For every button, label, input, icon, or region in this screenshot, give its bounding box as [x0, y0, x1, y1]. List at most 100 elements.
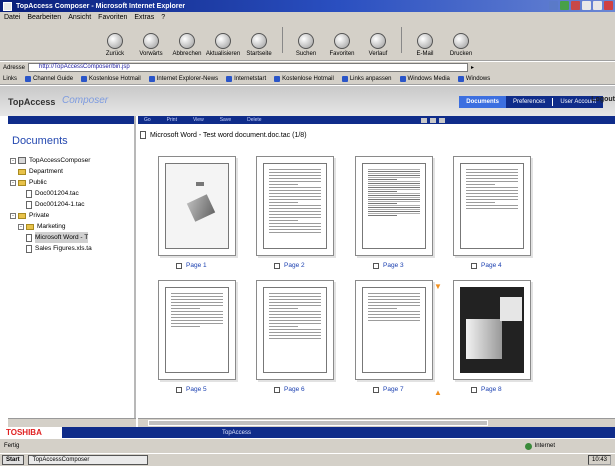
text-line — [466, 181, 518, 182]
page-checkbox[interactable] — [176, 386, 182, 393]
page-thumbnail[interactable] — [453, 280, 531, 380]
page-checkbox[interactable] — [274, 262, 280, 269]
page-select[interactable]: Page 7 — [373, 386, 404, 393]
toolbar-button[interactable]: Vorwärts — [136, 33, 166, 57]
toolbar-icon — [143, 33, 159, 49]
thumbnail-toolbar-item[interactable]: View — [193, 117, 204, 123]
document-path: Microsoft Word - Test word document.doc.… — [140, 131, 615, 139]
menu-item[interactable]: Ansicht — [68, 14, 91, 21]
page-thumbnail[interactable] — [158, 156, 236, 256]
page-thumbnail[interactable] — [256, 156, 334, 256]
links-item[interactable]: Kostenlose Hotmail — [274, 75, 334, 82]
address-input[interactable]: http://TopAccessComposer/bin.jsp — [28, 63, 469, 72]
page-select[interactable]: Page 8 — [471, 386, 502, 393]
tree-node[interactable]: - Marketing — [8, 221, 134, 232]
maximize-icon[interactable] — [593, 1, 602, 10]
tree-node[interactable]: Sales Figures.xls.ta — [8, 243, 134, 254]
page-heading-mark — [196, 182, 204, 186]
toolbar-button[interactable]: E-Mail — [410, 33, 440, 57]
right-horizontal-scrollbar[interactable] — [138, 418, 615, 427]
page-select[interactable]: Page 5 — [176, 386, 207, 393]
links-item[interactable]: Windows Media — [399, 75, 450, 82]
tree-node[interactable]: Doc001204.tac — [8, 188, 134, 199]
tree-node[interactable]: Department — [8, 166, 134, 177]
text-line — [466, 169, 518, 170]
page-select[interactable]: Page 3 — [373, 262, 404, 269]
tray-icon[interactable] — [560, 1, 569, 10]
expand-toggle-icon[interactable]: - — [10, 212, 16, 219]
tray-icon[interactable] — [571, 1, 580, 10]
toolbar-button[interactable]: Abbrechen — [172, 33, 202, 57]
toolbar-button[interactable]: Verlauf — [363, 33, 393, 57]
tree-node[interactable]: - Public — [8, 177, 134, 188]
text-line — [269, 229, 321, 230]
text-line — [269, 308, 298, 309]
links-item[interactable]: Kostenlose Hotmail — [81, 75, 141, 82]
toolbar-button[interactable]: Drucken — [446, 33, 476, 57]
menu-item[interactable]: Extras — [134, 14, 154, 21]
file-icon — [26, 244, 32, 253]
tree-node[interactable]: - Private — [8, 210, 134, 221]
tree-node-label: Marketing — [37, 223, 66, 230]
page-thumbnail[interactable] — [355, 280, 433, 380]
links-item[interactable]: Internet Explorer-News — [148, 75, 218, 82]
nav-preferences[interactable]: Preferences — [506, 96, 552, 108]
links-item[interactable]: Internetstart — [226, 75, 266, 82]
menu-item[interactable]: Datei — [4, 14, 20, 21]
links-item[interactable]: Links anpassen — [341, 75, 392, 82]
start-button[interactable]: Start — [2, 455, 24, 465]
close-icon[interactable] — [604, 1, 613, 10]
expand-toggle-icon[interactable]: - — [18, 223, 24, 230]
toolbar-button[interactable]: Zurück — [100, 33, 130, 57]
page-checkbox[interactable] — [373, 386, 379, 393]
text-line — [269, 317, 321, 318]
page-checkbox[interactable] — [373, 262, 379, 269]
menu-item[interactable]: ? — [161, 14, 165, 21]
minimize-icon[interactable] — [582, 1, 591, 10]
page-checkbox[interactable] — [176, 262, 182, 269]
page-select[interactable]: Page 4 — [471, 262, 502, 269]
links-item[interactable]: Channel Guide — [25, 75, 73, 82]
links-item[interactable]: Windows — [457, 75, 490, 82]
links-item-label: Windows Media — [407, 75, 450, 82]
left-horizontal-scrollbar[interactable] — [8, 418, 136, 427]
page-thumbnail[interactable] — [256, 280, 334, 380]
page-select[interactable]: Page 6 — [274, 386, 305, 393]
go-icon[interactable]: ▸ — [471, 64, 474, 71]
page-checkbox[interactable] — [471, 386, 477, 393]
toolbar-button[interactable]: Aktualisieren — [206, 33, 240, 57]
menu-item[interactable]: Favoriten — [98, 14, 127, 21]
links-item-label: Kostenlose Hotmail — [282, 75, 334, 82]
logout-link[interactable]: Logout — [591, 96, 615, 103]
tree-node[interactable]: Microsoft Word - T — [8, 232, 134, 243]
thumbnail-toolbar-item[interactable]: Delete — [247, 117, 261, 123]
tool-icon[interactable] — [421, 117, 427, 123]
tree-node[interactable]: - TopAccessComposer — [8, 155, 134, 166]
page-select[interactable]: Page 1 — [176, 262, 207, 269]
page-thumbnail[interactable] — [158, 280, 236, 380]
thumbnail-toolbar-item[interactable]: Save — [220, 117, 231, 123]
scroll-down-arrow-icon[interactable]: ▼ — [434, 282, 442, 291]
scroll-up-arrow-icon[interactable]: ▲ — [434, 388, 442, 397]
thumbnail-toolbar-item[interactable]: Print — [167, 117, 177, 123]
page-select[interactable]: Page 2 — [274, 262, 305, 269]
scrollbar-thumb[interactable] — [148, 420, 488, 426]
taskbar-window-button[interactable]: TopAccessComposer — [27, 455, 148, 465]
tray-icon[interactable] — [549, 1, 558, 10]
nav-documents[interactable]: Documents — [459, 96, 506, 108]
expand-toggle-icon[interactable]: - — [10, 157, 16, 164]
toolbar-button[interactable]: Suchen — [291, 33, 321, 57]
thumbnail-toolbar-item[interactable]: Go — [144, 117, 151, 123]
tool-icon[interactable] — [439, 117, 445, 123]
menu-item[interactable]: Bearbeiten — [27, 14, 61, 21]
toolbar-button[interactable]: Favoriten — [327, 33, 357, 57]
photo-icon — [186, 194, 216, 222]
toolbar-button[interactable]: Startseite — [244, 33, 274, 57]
page-thumbnail[interactable] — [453, 156, 531, 256]
page-checkbox[interactable] — [274, 386, 280, 393]
tool-icon[interactable] — [430, 117, 436, 123]
expand-toggle-icon[interactable]: - — [10, 179, 16, 186]
page-checkbox[interactable] — [471, 262, 477, 269]
tree-node[interactable]: Doc001204-1.tac — [8, 199, 134, 210]
page-thumbnail[interactable] — [355, 156, 433, 256]
